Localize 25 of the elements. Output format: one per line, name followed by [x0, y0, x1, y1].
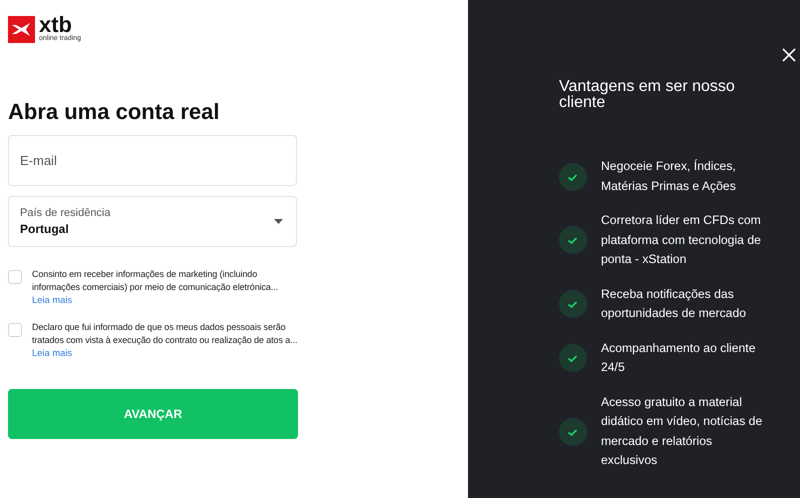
benefit-text: Negoceie Forex, Índices, Matérias Primas e Ações: [601, 158, 737, 195]
email-field[interactable]: E-mail: [8, 135, 297, 186]
benefits-title: Vantagens em ser nosso cliente: [559, 79, 736, 111]
benefit-text: Corretora líder em CFDs com plataforma com tecnologia de ponta - xStation: [601, 212, 762, 268]
country-select[interactable]: País de residência Portugal: [8, 196, 297, 247]
logo-icon: [8, 16, 35, 43]
read-more-link[interactable]: Leia mais: [32, 293, 72, 306]
check-icon: [559, 226, 587, 254]
benefit-text: Receba notificações das oportunidades de mercado: [601, 286, 747, 322]
consent-text: Consinto em receber informações de marketing (incluindo informações comerciais) por meio de comunicação eletrónica...: [32, 268, 280, 294]
page-heading: Abra uma conta real: [8, 99, 221, 125]
checkbox[interactable]: [8, 270, 22, 284]
checkbox[interactable]: [8, 323, 22, 338]
benefit-text: Acesso gratuito a material didático em vídeo, notícias de mercado e relatórios exclusivos: [601, 394, 763, 469]
benefit-text: Acompanhamento ao cliente 24/5: [601, 340, 756, 376]
close-icon[interactable]: [782, 48, 796, 62]
check-icon: [559, 418, 587, 446]
read-more-link[interactable]: Leia mais: [32, 346, 72, 360]
caret-icon: [274, 219, 283, 224]
consent-text: Declaro que fui informado de que os meus dados pessoais serão tratados com vista à execução do contrato ou realização de atos a...: [32, 321, 298, 346]
logo-wordmark: xtb: [39, 16, 72, 34]
check-icon: [559, 162, 587, 190]
submit-button[interactable]: AVANÇAR: [8, 389, 298, 440]
check-icon: [559, 290, 587, 318]
check-icon: [559, 344, 587, 372]
